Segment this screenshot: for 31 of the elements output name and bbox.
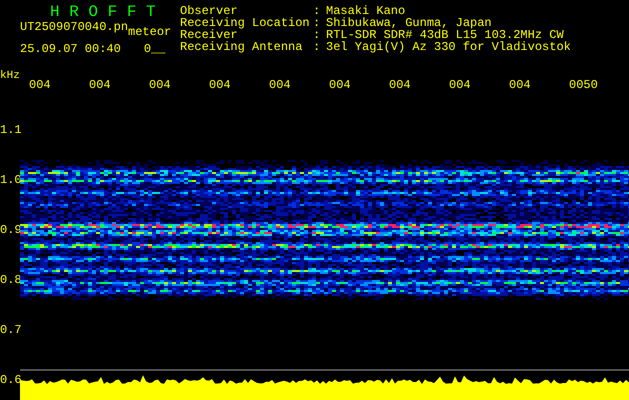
time-label: 004 <box>269 79 292 94</box>
time-label: 004 <box>449 79 472 94</box>
info-label: Observer <box>180 5 238 17</box>
info-value: RTL-SDR SDR# 43dB L15 103.2MHz CW <box>326 29 564 41</box>
file-tag: meteor <box>128 26 172 38</box>
frequency-unit: kHz <box>0 70 21 84</box>
file-name: UT2509070040.pn <box>20 21 128 33</box>
time-label: 004 <box>209 79 232 94</box>
info-separator: : <box>313 41 322 53</box>
app-title: H R O F F T <box>50 3 156 21</box>
info-value: Shibukawa, Gunma, Japan <box>326 17 492 29</box>
counter: 0__ <box>144 43 166 55</box>
frequency-label: 1.1 <box>0 124 22 136</box>
time-label: 004 <box>149 79 172 94</box>
time-label: 004 <box>509 79 532 94</box>
info-value: 3el Yagi(V) Az 330 for Vladivostok <box>326 41 571 53</box>
timestamp: 25.09.07 00:40 <box>20 43 121 55</box>
frequency-label: 0.6 <box>0 374 22 386</box>
info-separator: : <box>313 29 322 41</box>
frequency-label: 0.7 <box>0 324 22 336</box>
time-label: 004 <box>89 79 112 94</box>
info-separator: : <box>313 5 322 17</box>
info-value: Masaki Kano <box>326 5 406 17</box>
info-label: Receiving Location <box>180 17 311 29</box>
info-label: Receiver <box>180 29 238 41</box>
time-label: 004 <box>29 79 52 94</box>
info-label: Receiving Antenna <box>180 41 304 53</box>
info-separator: : <box>313 17 322 29</box>
time-label: 004 <box>389 79 412 94</box>
time-label: 004 <box>329 79 352 94</box>
time-label: 0050 <box>569 79 599 94</box>
